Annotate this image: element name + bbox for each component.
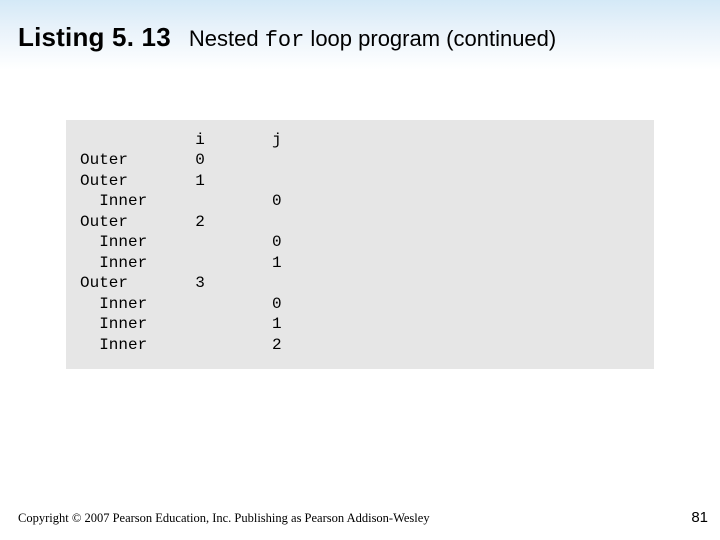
output-line: Inner 1 bbox=[80, 314, 640, 334]
output-line: Outer 1 bbox=[80, 171, 640, 191]
slide-content: Listing 5. 13 Nested for loop program (c… bbox=[0, 0, 720, 540]
output-line: Inner 2 bbox=[80, 335, 640, 355]
output-header: i j bbox=[80, 130, 640, 150]
output-line: Inner 1 bbox=[80, 253, 640, 273]
output-line: Outer 3 bbox=[80, 273, 640, 293]
listing-subtitle: Nested for loop program (continued) bbox=[189, 26, 556, 53]
output-line: Outer 2 bbox=[80, 212, 640, 232]
output-line: Inner 0 bbox=[80, 232, 640, 252]
subtitle-suffix: loop program (continued) bbox=[304, 26, 556, 51]
copyright-footer: Copyright © 2007 Pearson Education, Inc.… bbox=[18, 511, 430, 526]
subtitle-prefix: Nested bbox=[189, 26, 265, 51]
title-row: Listing 5. 13 Nested for loop program (c… bbox=[0, 0, 720, 53]
page-number: 81 bbox=[691, 509, 708, 526]
output-line: Inner 0 bbox=[80, 191, 640, 211]
output-line: Outer 0 bbox=[80, 150, 640, 170]
program-output: i j Outer 0 Outer 1 Inner 0 Outer 2 Inne… bbox=[66, 120, 654, 369]
listing-label: Listing 5. 13 bbox=[18, 22, 171, 53]
output-line: Inner 0 bbox=[80, 294, 640, 314]
subtitle-code: for bbox=[265, 28, 305, 53]
